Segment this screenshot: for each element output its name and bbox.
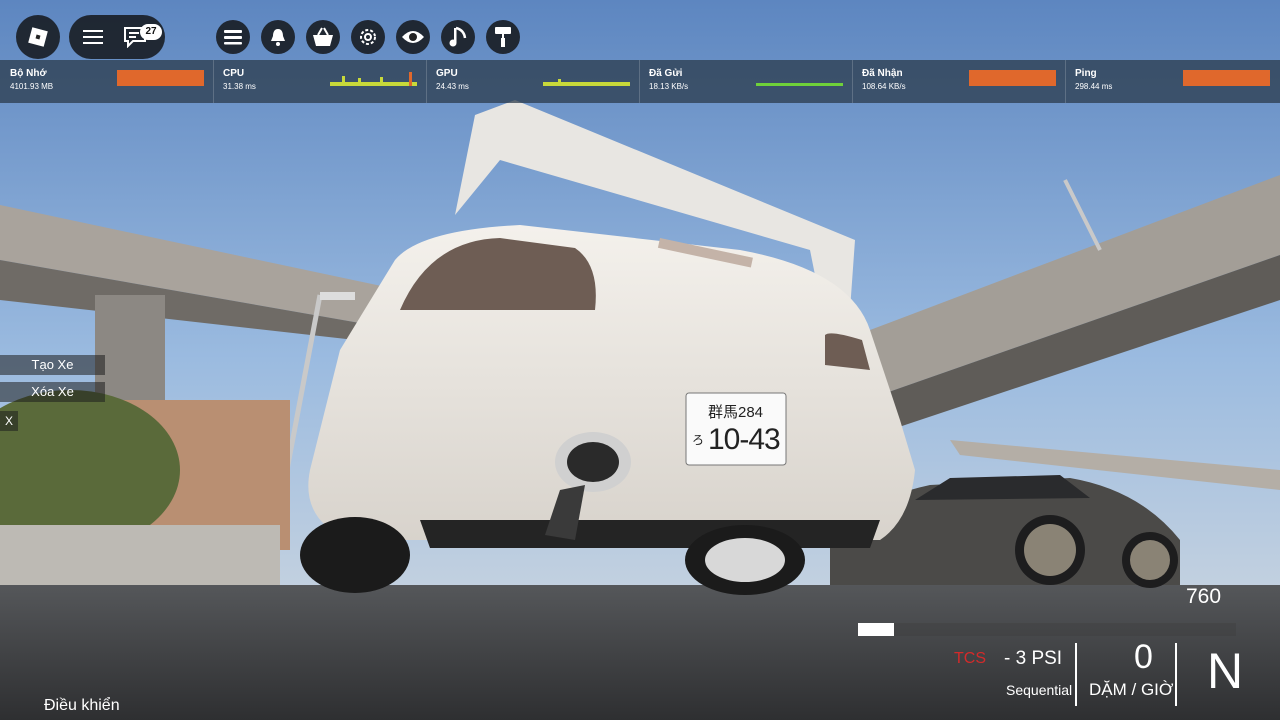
hud-divider bbox=[1175, 643, 1177, 706]
boost-readout: - 3 PSI bbox=[1004, 648, 1063, 669]
stat-label: Đã Nhận bbox=[862, 68, 903, 79]
stat-value: 24.43 ms bbox=[436, 82, 469, 91]
stat-received[interactable]: Đã Nhận 108.64 KB/s bbox=[852, 60, 1066, 103]
stat-sent[interactable]: Đã Gửi 18.13 KB/s bbox=[639, 60, 853, 103]
top-bar: 27 bbox=[0, 0, 1280, 60]
stat-value: 18.13 KB/s bbox=[649, 82, 689, 91]
stat-graph bbox=[969, 70, 1056, 86]
basket-icon bbox=[313, 27, 333, 46]
settings-button[interactable] bbox=[351, 20, 385, 54]
hamburger-button[interactable] bbox=[79, 23, 107, 51]
stat-value: 108.64 KB/s bbox=[862, 82, 906, 91]
controls-button[interactable]: Điều khiển bbox=[44, 697, 120, 715]
stat-label: Ping bbox=[1075, 68, 1097, 79]
stat-graph bbox=[756, 83, 843, 86]
hamburger-icon bbox=[83, 30, 103, 44]
close-side-menu-button[interactable]: X bbox=[0, 411, 18, 431]
paint-roller-icon bbox=[495, 27, 511, 47]
rpm-value: 760 bbox=[1186, 585, 1222, 608]
speed-value: 0 bbox=[1134, 638, 1153, 676]
list-button[interactable] bbox=[216, 20, 250, 54]
plate-number: 10-43 bbox=[708, 423, 781, 456]
stat-graph bbox=[117, 70, 204, 86]
chat-badge: 27 bbox=[140, 24, 162, 40]
plate-kana: ろ bbox=[692, 433, 705, 447]
speed-unit: DẶM / GIỜ bbox=[1089, 680, 1174, 699]
list-icon bbox=[224, 30, 242, 45]
stat-label: CPU bbox=[223, 68, 245, 79]
roblox-menu-button[interactable] bbox=[16, 15, 60, 59]
stat-label: GPU bbox=[436, 68, 458, 79]
shop-button[interactable] bbox=[306, 20, 340, 54]
bell-icon bbox=[271, 29, 285, 46]
stat-graph bbox=[330, 72, 417, 86]
notification-button[interactable] bbox=[261, 20, 295, 54]
gear-indicator: N bbox=[1207, 643, 1244, 699]
game-scene bbox=[0, 0, 1280, 720]
stat-value: 4101.93 MB bbox=[10, 82, 54, 91]
stat-graph bbox=[543, 79, 630, 86]
performance-stats-bar: Bộ Nhớ 4101.93 MB CPU 31.38 ms GPU 24.43… bbox=[0, 60, 1280, 103]
stat-ping[interactable]: Ping 298.44 ms bbox=[1065, 60, 1280, 103]
view-button[interactable] bbox=[396, 20, 430, 54]
stat-memory[interactable]: Bộ Nhớ 4101.93 MB bbox=[0, 60, 214, 103]
spawn-car-button[interactable]: Tạo Xe bbox=[0, 355, 105, 375]
gear-icon bbox=[360, 29, 376, 45]
hud-divider bbox=[1075, 643, 1077, 706]
rpm-bar-track bbox=[858, 623, 1236, 636]
stat-label: Đã Gửi bbox=[649, 68, 683, 79]
license-plate: 群馬284 ろ 10-43 bbox=[686, 393, 786, 465]
transmission-mode: Sequential bbox=[1006, 682, 1073, 698]
music-button[interactable] bbox=[441, 20, 475, 54]
stat-cpu[interactable]: CPU 31.38 ms bbox=[213, 60, 427, 103]
tcs-indicator: TCS bbox=[954, 650, 986, 667]
delete-car-button[interactable]: Xóa Xe bbox=[0, 382, 105, 402]
stat-value: 31.38 ms bbox=[223, 82, 256, 91]
roblox-logo-icon bbox=[28, 27, 48, 47]
paint-button[interactable] bbox=[486, 20, 520, 54]
rpm-bar-fill bbox=[858, 623, 894, 636]
stat-graph bbox=[1183, 70, 1270, 86]
stat-value: 298.44 ms bbox=[1075, 82, 1113, 91]
stat-label: Bộ Nhớ bbox=[10, 68, 47, 79]
stat-gpu[interactable]: GPU 24.43 ms bbox=[426, 60, 640, 103]
music-note-icon bbox=[449, 26, 467, 47]
plate-region: 群馬284 bbox=[708, 404, 764, 421]
eye-icon bbox=[402, 31, 424, 43]
